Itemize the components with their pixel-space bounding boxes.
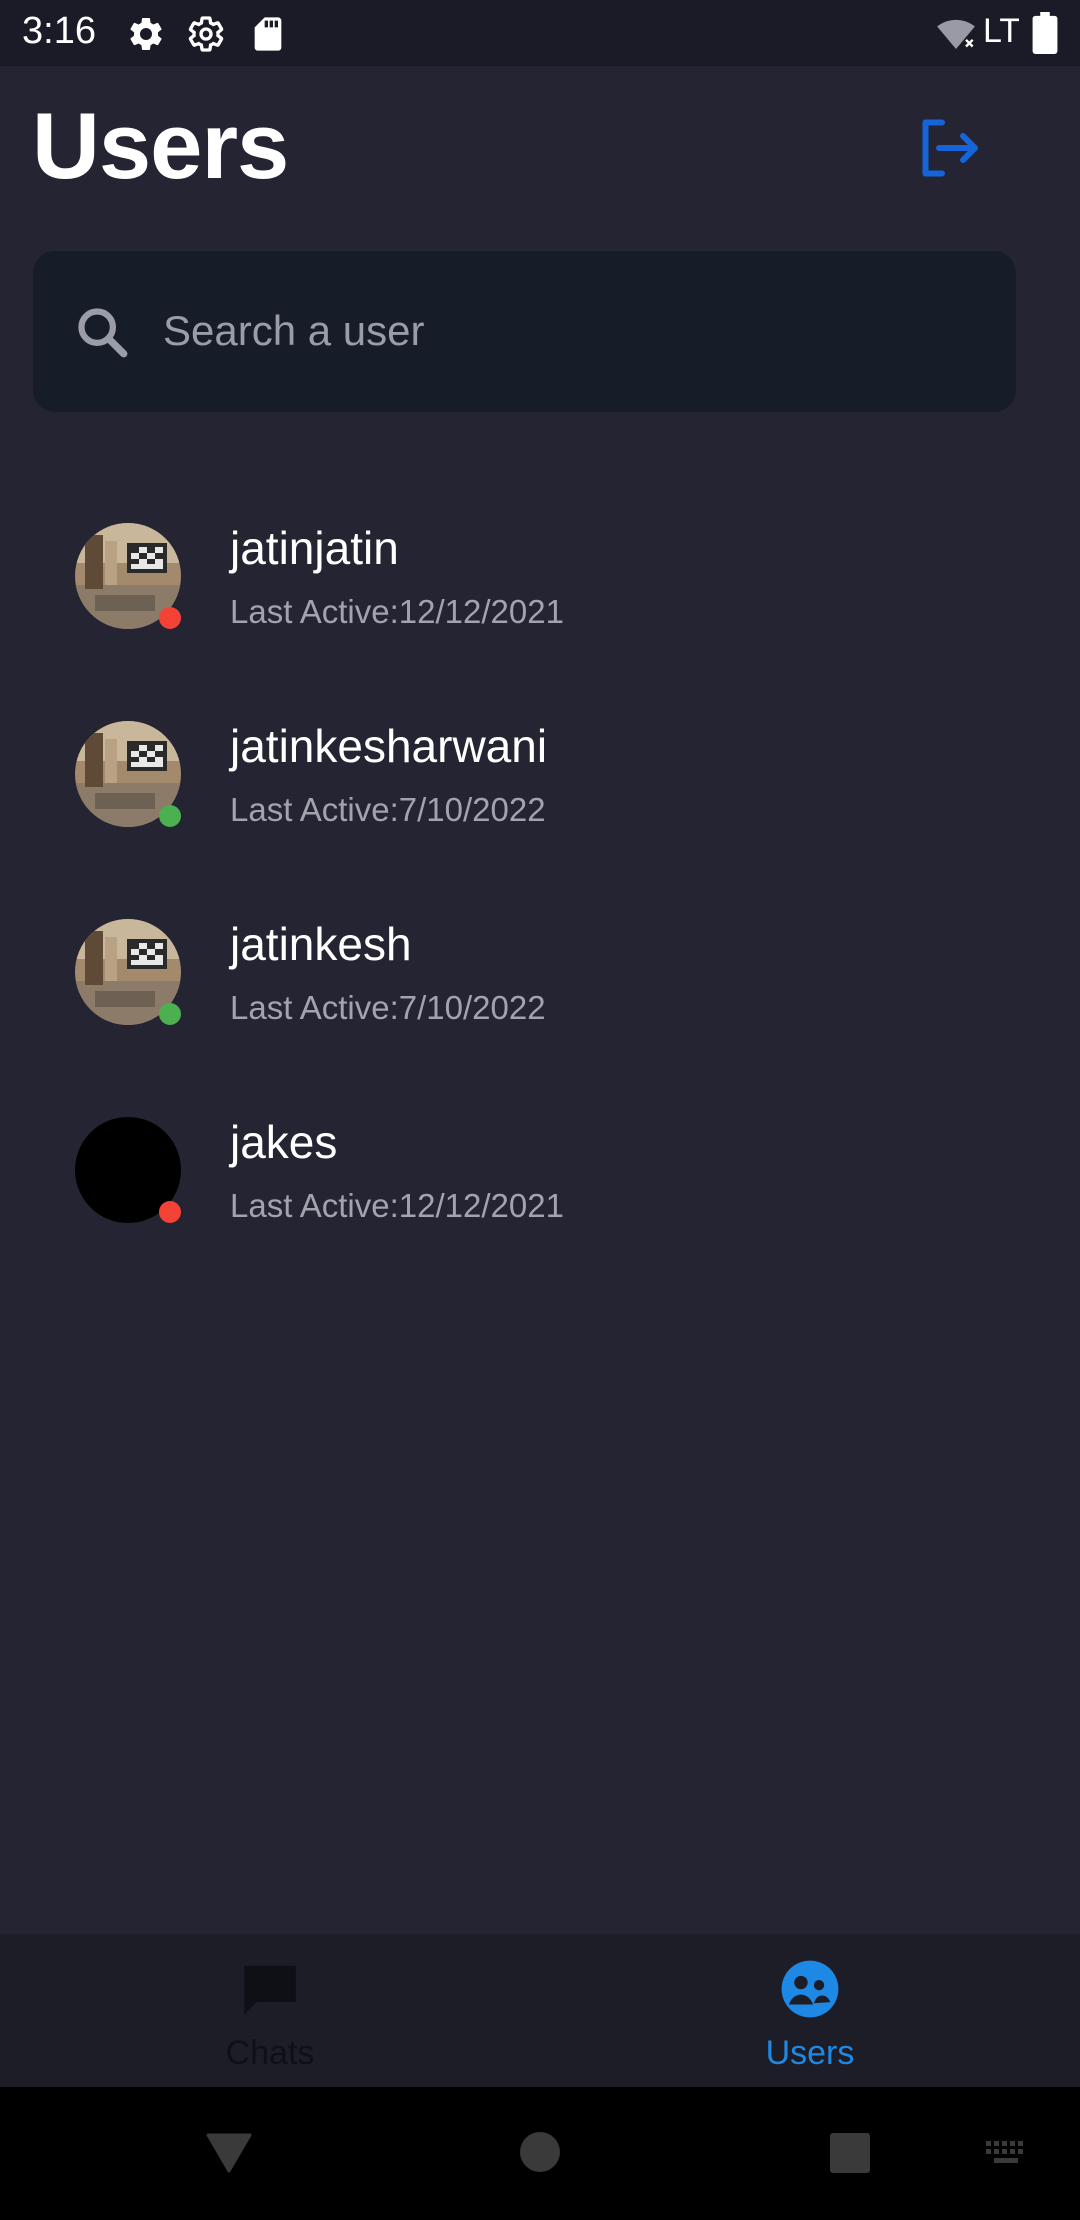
home-icon[interactable] xyxy=(519,2131,561,2173)
logout-icon xyxy=(922,119,978,177)
online-status-dot xyxy=(159,1003,181,1025)
chat-bubble-icon xyxy=(244,1965,296,2015)
keyboard-icon[interactable] xyxy=(984,2139,1030,2169)
last-active: Last Active:12/12/2021 xyxy=(230,1187,564,1224)
status-time: 3:16 xyxy=(22,10,96,52)
tab-chats-label: Chats xyxy=(225,2034,315,2072)
user-name: jatinjatin xyxy=(230,522,399,574)
search-input[interactable] xyxy=(163,291,983,371)
system-navigation-bar xyxy=(0,2087,1080,2220)
recents-icon[interactable] xyxy=(829,2132,871,2174)
user-list-item[interactable]: jatinkesh Last Active:7/10/2022 xyxy=(0,918,1080,1117)
search-bar[interactable] xyxy=(33,251,1016,412)
offline-status-dot xyxy=(159,1201,181,1223)
tab-users-label: Users xyxy=(765,2034,855,2072)
bottom-navigation: Chats Users xyxy=(0,1934,1080,2087)
sd-card-icon xyxy=(254,17,282,51)
status-bar: 3:16 LTE xyxy=(0,0,1080,66)
user-name: jatinkesharwani xyxy=(230,720,548,772)
user-name: jakes xyxy=(230,1116,338,1168)
last-active: Last Active:12/12/2021 xyxy=(230,593,564,630)
last-active: Last Active:7/10/2022 xyxy=(230,791,546,828)
logout-button[interactable] xyxy=(912,112,984,184)
user-list-item[interactable]: jatinjatin Last Active:12/12/2021 xyxy=(0,522,1080,721)
user-list-item[interactable]: jatinkesharwani Last Active:7/10/2022 xyxy=(0,720,1080,919)
users-icon xyxy=(781,1960,839,2018)
back-icon[interactable] xyxy=(206,2133,252,2173)
tab-users[interactable]: Users xyxy=(540,1934,1080,2087)
network-type: LTE xyxy=(983,12,1019,50)
user-name: jatinkesh xyxy=(230,918,412,970)
user-list-item[interactable]: jakes Last Active:12/12/2021 xyxy=(0,1116,1080,1315)
search-icon xyxy=(78,308,128,358)
wifi-off-icon xyxy=(937,19,975,49)
offline-status-dot xyxy=(159,607,181,629)
gear-icon xyxy=(130,17,162,50)
page-title: Users xyxy=(32,93,289,198)
tab-chats[interactable]: Chats xyxy=(0,1934,540,2087)
last-active: Last Active:7/10/2022 xyxy=(230,989,546,1026)
gear-outline-icon xyxy=(188,16,224,52)
battery-icon xyxy=(1032,12,1058,54)
online-status-dot xyxy=(159,805,181,827)
